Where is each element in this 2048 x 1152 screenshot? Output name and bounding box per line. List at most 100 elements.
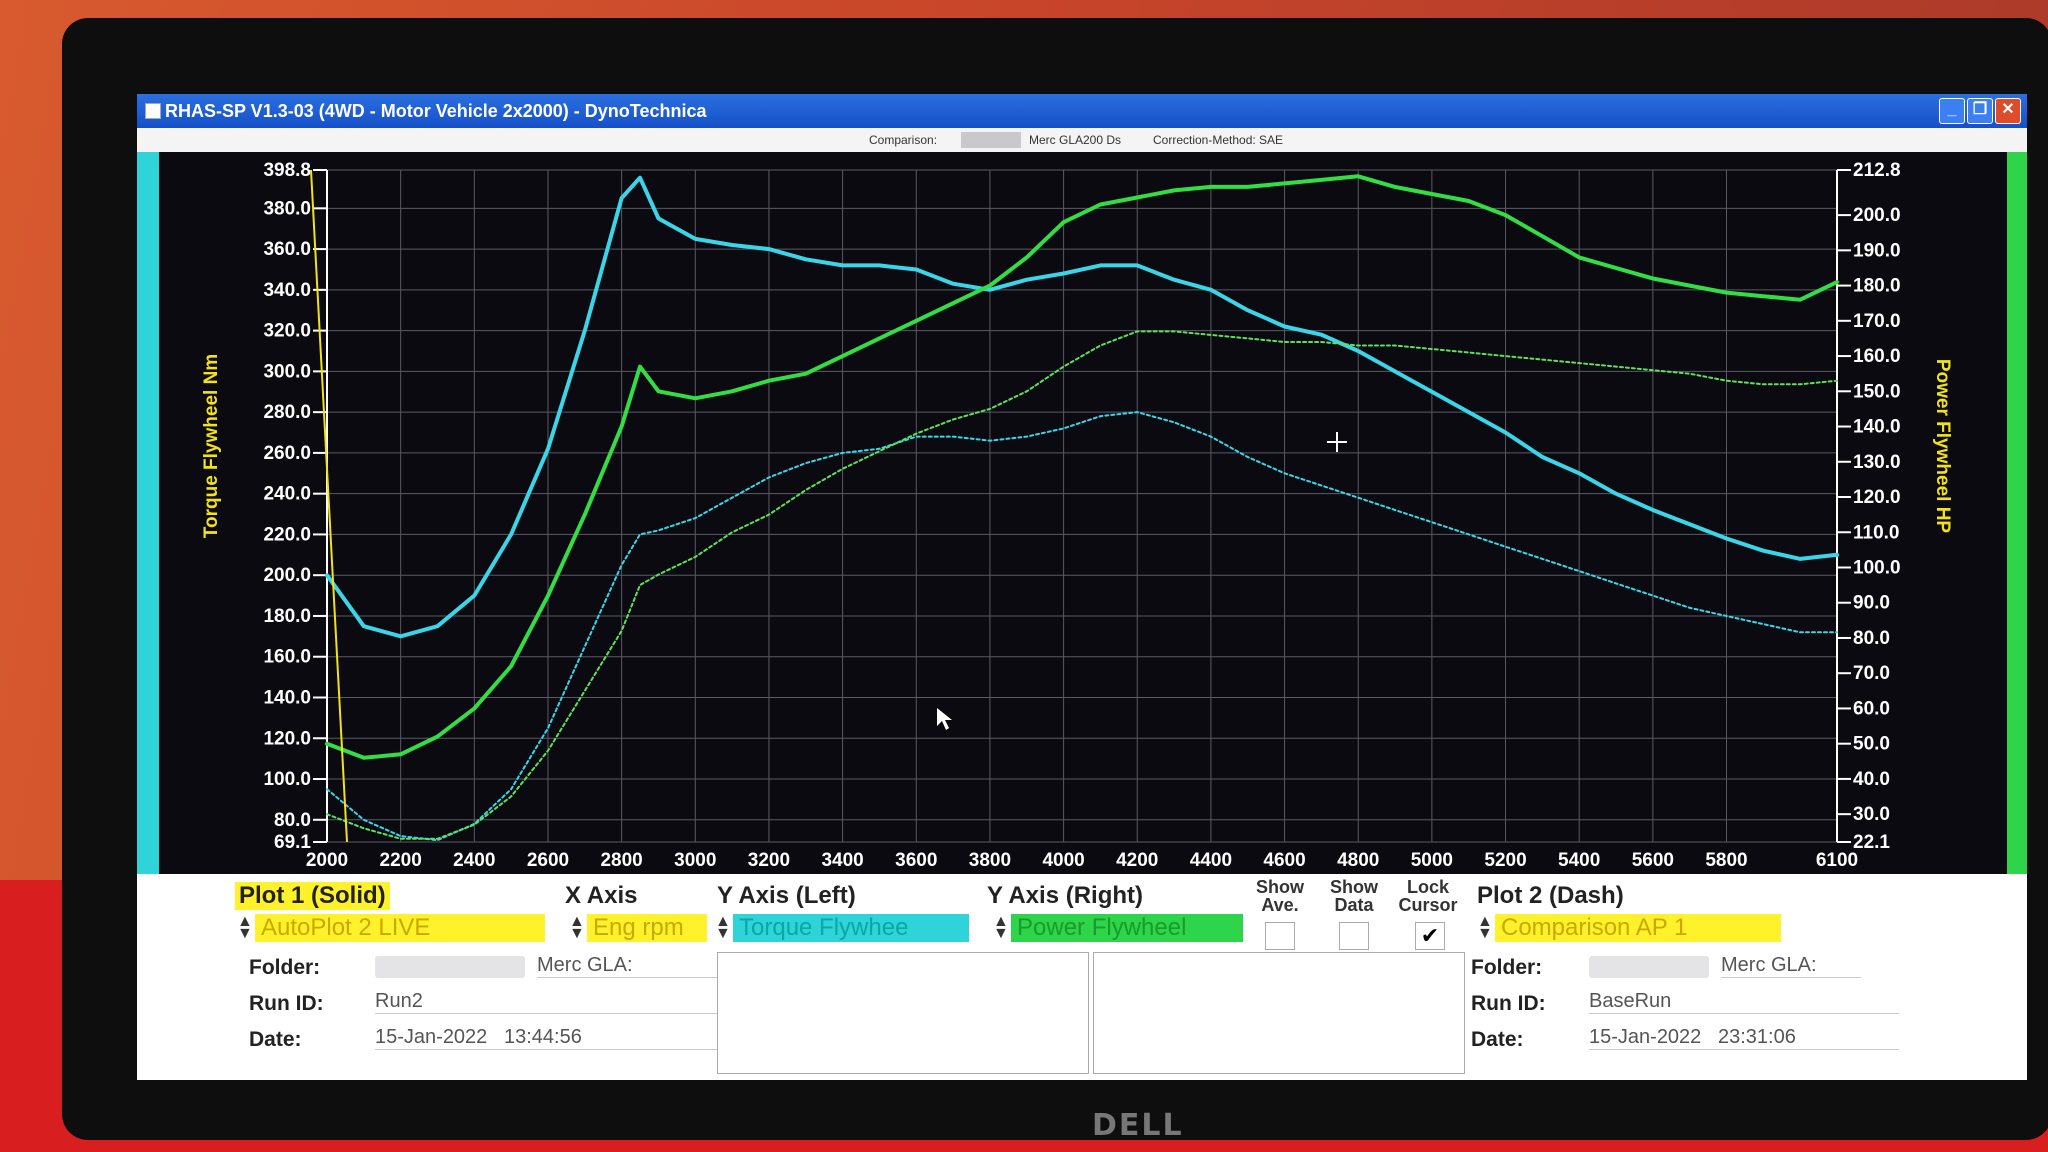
- x-tick-label: 3200: [748, 850, 790, 871]
- plot1-folder-redacted: [375, 956, 525, 978]
- plot2-folder-value: Merc GLA:: [1721, 954, 1861, 978]
- right-tick-label: 140.0: [1853, 417, 1901, 438]
- right-tick-label: 170.0: [1853, 311, 1901, 332]
- series-line-comparison-torque: [326, 411, 1838, 842]
- left-tick-label: 180.0: [263, 606, 311, 627]
- right-edge-bar: [2007, 152, 2027, 874]
- comparison-vehicle: Merc GLA200 Ds: [1029, 133, 1122, 147]
- x-tick-label: 4200: [1116, 850, 1158, 871]
- close-button[interactable]: ✕: [1995, 98, 2021, 124]
- left-tick-label: 300.0: [263, 361, 311, 382]
- right-tick-label: 200.0: [1853, 205, 1901, 226]
- control-panel: Plot 1 (Solid) X Axis Y Axis (Left) Y Ax…: [137, 874, 2027, 1080]
- dyno-chart[interactable]: 2000 2200 2400 2600 2800 3000 3200 3400 3600 3800…: [137, 152, 2027, 874]
- plot2-date-label: Date:: [1471, 1028, 1524, 1051]
- left-tick-label: 69.1: [274, 832, 311, 853]
- left-tick-label: 240.0: [263, 484, 311, 505]
- left-tick-label: 220.0: [263, 524, 311, 545]
- x-tick-label: 5400: [1558, 850, 1600, 871]
- app-icon: [145, 103, 161, 119]
- right-tick-label: 22.1: [1853, 832, 1890, 853]
- right-tick-label: 150.0: [1853, 381, 1901, 402]
- yright-spinner-icon[interactable]: ▲ ▼: [993, 914, 1009, 942]
- comparison-bar: Comparison: Merc GLA200 Ds Correction-Me…: [137, 128, 2027, 152]
- x-tick-label: 4600: [1263, 850, 1305, 871]
- plot2-runid-value: BaseRun: [1589, 990, 1899, 1014]
- xaxis-select[interactable]: Eng rpm: [587, 914, 707, 942]
- left-tick-label: 340.0: [263, 280, 311, 301]
- correction-method: Correction-Method: SAE: [1153, 133, 1284, 147]
- right-tick-label: 70.0: [1853, 663, 1890, 684]
- yaxis-right-select[interactable]: Power Flywheel: [1011, 914, 1243, 942]
- plot1-runid-value: Run2: [375, 990, 767, 1014]
- left-tick-label: 320.0: [263, 321, 311, 342]
- left-tick-label: 398.8: [263, 160, 311, 181]
- plot1-header: Plot 1 (Solid): [235, 882, 390, 910]
- comparison-label: Comparison:: [869, 133, 938, 147]
- right-tick-label: 100.0: [1853, 557, 1901, 578]
- xaxis-header: X Axis: [565, 882, 638, 909]
- plot2-spinner-icon[interactable]: ▲ ▼: [1477, 914, 1493, 942]
- rpm-cursor-line: [310, 169, 348, 843]
- plot1-spinner-icon[interactable]: ▲ ▼: [237, 914, 253, 942]
- right-tick-label: 80.0: [1853, 628, 1890, 649]
- plot2-select[interactable]: Comparison AP 1: [1495, 914, 1781, 942]
- dyno-plot[interactable]: 2000 2200 2400 2600 2800 3000 3200 3400 3600 3800…: [137, 152, 2027, 874]
- right-tick-label: 212.8: [1853, 160, 1901, 181]
- yleft-spinner-icon[interactable]: ▲ ▼: [715, 914, 731, 942]
- x-tick-label: 4400: [1190, 850, 1232, 871]
- yaxis-left-header: Y Axis (Left): [717, 882, 856, 909]
- x-tick-label: 3800: [969, 850, 1011, 871]
- x-tick-label: 5200: [1484, 850, 1526, 871]
- plot2-folder-redacted: [1589, 956, 1709, 978]
- x-tick-label: 5000: [1411, 850, 1453, 871]
- right-tick-label: 50.0: [1853, 734, 1890, 755]
- x-tick-label: 3000: [674, 850, 716, 871]
- plot1-date-label: Date:: [249, 1028, 302, 1051]
- right-tick-label: 130.0: [1853, 452, 1901, 473]
- mouse-pointer-icon: [937, 708, 952, 730]
- left-edge-bar: [137, 152, 159, 874]
- x-tick-label: 2200: [380, 850, 422, 871]
- left-tick-label: 200.0: [263, 565, 311, 586]
- minimize-button[interactable]: _: [1939, 98, 1965, 124]
- plot1-folder-label: Folder:: [249, 956, 321, 979]
- left-tick-label: 360.0: [263, 239, 311, 260]
- x-tick-label: 6100: [1816, 850, 1858, 871]
- show-data-label: Show Data: [1330, 877, 1378, 915]
- plot1-runid-label: Run ID:: [249, 992, 324, 1015]
- right-tick-label: 30.0: [1853, 804, 1890, 825]
- xaxis-spinner-icon[interactable]: ▲ ▼: [569, 914, 585, 942]
- x-tick-label: 3400: [821, 850, 863, 871]
- right-tick-label: 110.0: [1853, 522, 1900, 543]
- x-tick-label: 2600: [527, 850, 569, 871]
- x-tick-label: 2800: [600, 850, 642, 871]
- lock-cursor-checkbox[interactable]: ✔: [1415, 922, 1445, 950]
- plot2-folder-label: Folder:: [1471, 956, 1543, 979]
- left-tick-label: 380.0: [263, 198, 311, 219]
- yaxis-left-select[interactable]: Torque Flywhee: [733, 914, 969, 942]
- left-tick-label: 160.0: [263, 647, 311, 668]
- app-window: RHAS-SP V1.3-03 (4WD - Motor Vehicle 2x2…: [137, 94, 2027, 1080]
- plot1-select[interactable]: AutoPlot 2 LIVE: [255, 914, 545, 942]
- right-tick-label: 180.0: [1853, 276, 1901, 297]
- right-info-box: [1093, 952, 1465, 1074]
- series-line-power-flywheel: [325, 174, 1839, 760]
- redacted-owner: [961, 132, 1021, 148]
- right-tick-label: 120.0: [1853, 487, 1901, 508]
- show-ave-checkbox[interactable]: [1265, 922, 1295, 950]
- right-tick-label: 60.0: [1853, 698, 1890, 719]
- left-tick-label: 100.0: [263, 769, 311, 790]
- title-bar: RHAS-SP V1.3-03 (4WD - Motor Vehicle 2x2…: [137, 94, 2027, 128]
- left-tick-label: 280.0: [263, 402, 311, 423]
- show-data-checkbox[interactable]: [1339, 922, 1369, 950]
- x-tick-label: 5800: [1705, 850, 1747, 871]
- show-ave-label: Show Ave.: [1256, 877, 1304, 915]
- x-tick-label: 5600: [1632, 850, 1674, 871]
- left-tick-label: 140.0: [263, 687, 311, 708]
- maximize-button[interactable]: ❐: [1967, 98, 1993, 124]
- left-axis-title: Torque Flywheel Nm: [201, 354, 222, 538]
- right-tick-label: 190.0: [1853, 240, 1901, 261]
- x-tick-label: 2400: [453, 850, 495, 871]
- plot2-date-value: 15-Jan-2022 23:31:06: [1589, 1026, 1899, 1050]
